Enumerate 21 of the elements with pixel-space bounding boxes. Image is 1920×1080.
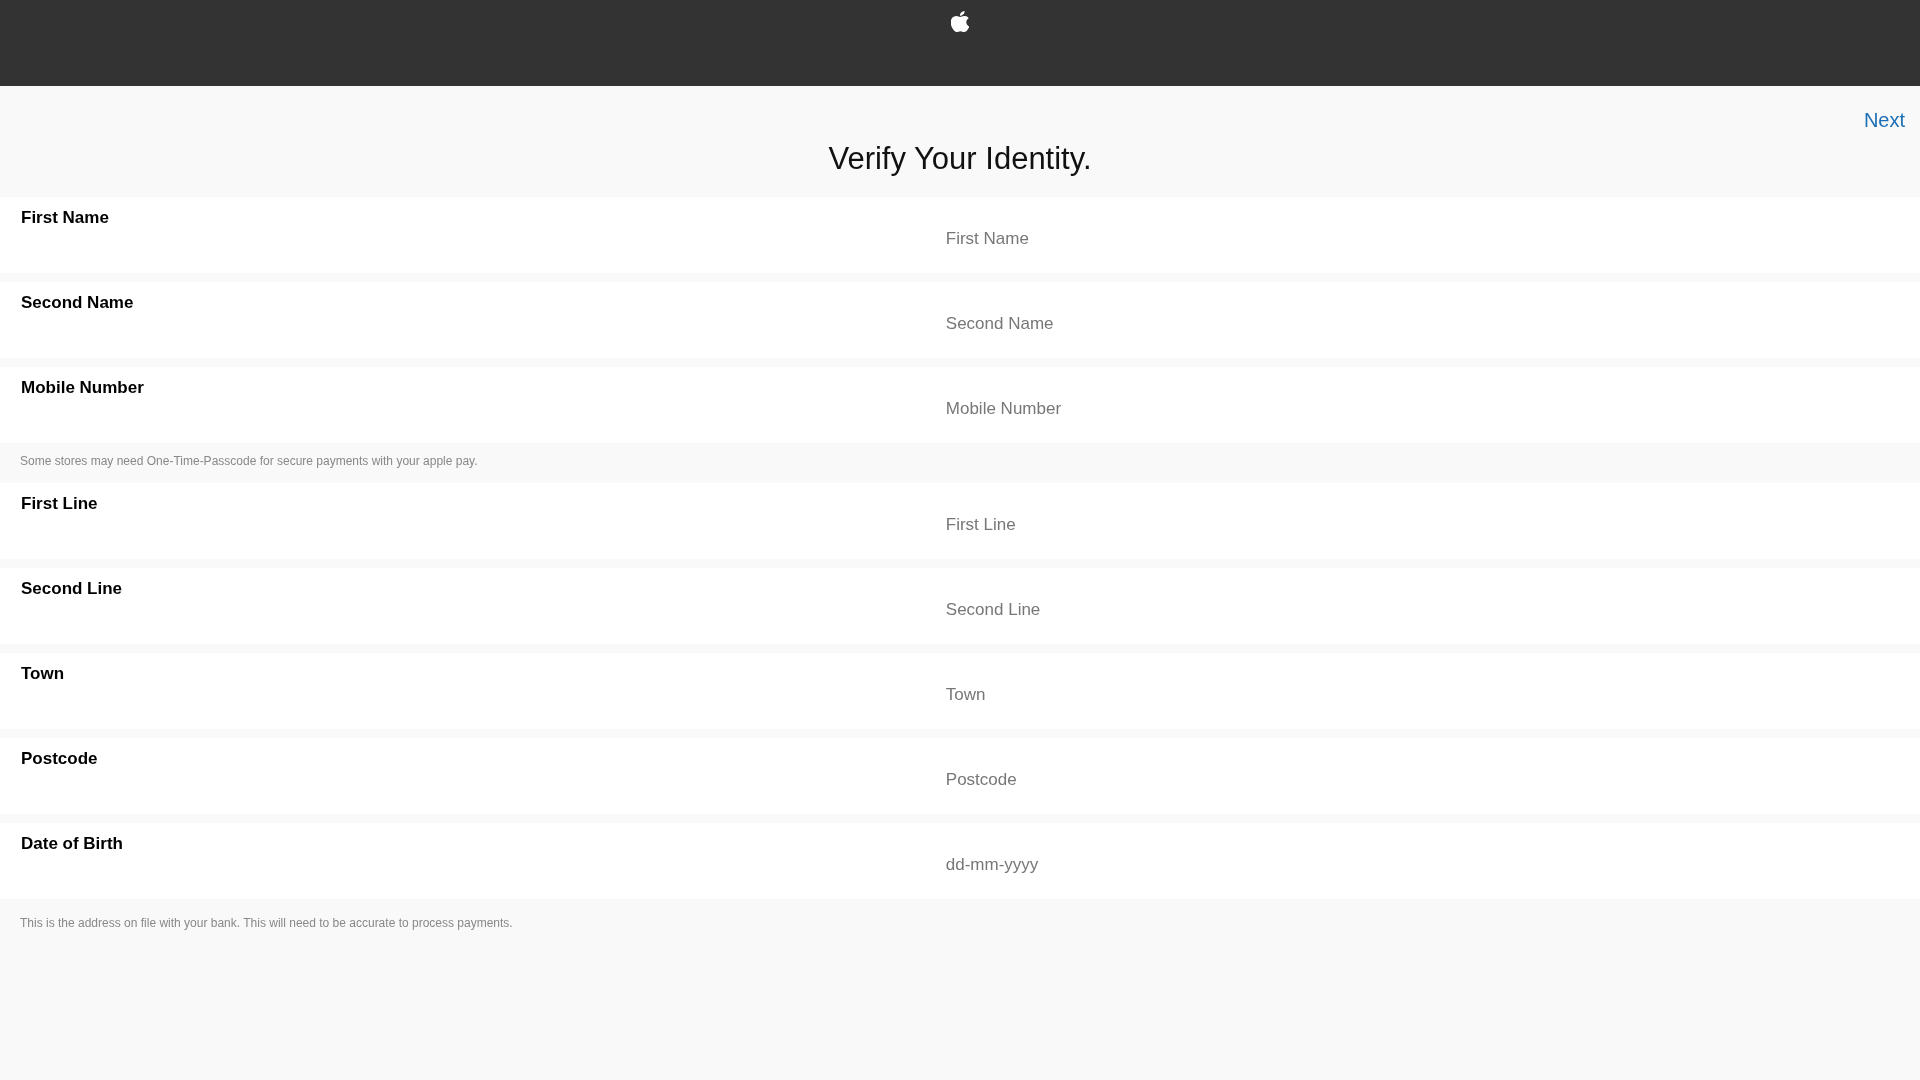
text-input[interactable]: Second Name bbox=[940, 309, 1900, 339]
page-title: Verify Your Identity. bbox=[827, 141, 1093, 177]
field-label: Mobile Number bbox=[20, 378, 145, 398]
apple-icon bbox=[951, 11, 969, 32]
field-label: Second Name bbox=[20, 293, 135, 313]
text-input[interactable]: dd-mm-yyyy bbox=[940, 850, 1900, 880]
text-input[interactable]: First Name bbox=[940, 224, 1900, 254]
field-label: First Line bbox=[20, 494, 99, 514]
field-label: Second Line bbox=[20, 579, 124, 599]
help-text: This is the address on file with your bank. This will need to be accurate to process payments. bbox=[20, 916, 513, 930]
text-input[interactable]: Mobile Number bbox=[940, 394, 1900, 424]
next-link[interactable]: Next bbox=[1863, 108, 1905, 132]
field-label: Date of Birth bbox=[20, 834, 124, 854]
field-label: Town bbox=[20, 664, 66, 684]
text-input[interactable]: Postcode bbox=[940, 765, 1900, 795]
text-input[interactable]: Town bbox=[940, 680, 1900, 710]
help-text: Some stores may need One-Time-Passcode for secure payments with your apple pay. bbox=[20, 454, 478, 468]
text-input[interactable]: Second Line bbox=[940, 595, 1900, 625]
text-input[interactable]: First Line bbox=[940, 510, 1900, 540]
field-label: Postcode bbox=[20, 749, 99, 769]
field-label: First Name bbox=[20, 208, 110, 228]
